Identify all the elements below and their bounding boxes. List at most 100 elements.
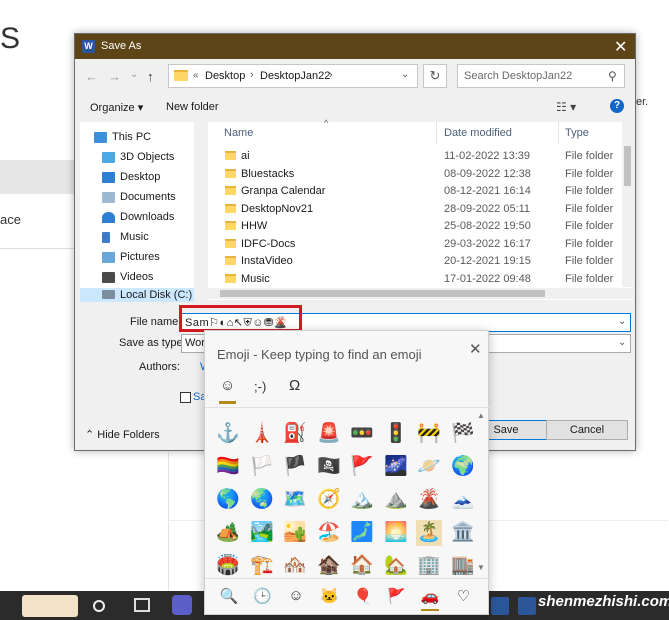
emoji-cell[interactable]: 🌌 <box>383 454 409 480</box>
nav-item-desktop[interactable]: Desktop <box>80 168 205 188</box>
emoji-cell[interactable]: 🪐 <box>416 454 442 480</box>
emoji-cell[interactable]: 🧭 <box>316 487 342 513</box>
symbols-tab-icon[interactable]: Ω <box>289 377 300 394</box>
emoji-cell[interactable]: 🏘️ <box>282 553 308 578</box>
emoji-cell[interactable]: ⚓ <box>215 421 241 447</box>
emoji-tab-icon[interactable]: ☺ <box>220 377 235 394</box>
nav-item-downloads[interactable]: Downloads <box>80 208 205 228</box>
emoji-cell[interactable]: 🏖️ <box>316 520 342 546</box>
nav-item-3d-objects[interactable]: 3D Objects <box>80 148 205 168</box>
search-box[interactable]: Search DesktopJan22 ⚲ <box>457 64 625 88</box>
emoji-cell[interactable]: 🏟️ <box>215 553 241 578</box>
emoji-cell[interactable]: 🚧 <box>416 421 442 447</box>
word-taskbar-icon[interactable] <box>491 597 509 615</box>
column-divider[interactable] <box>558 122 559 144</box>
emoji-cell[interactable]: 🏳️‍🌈 <box>215 454 241 480</box>
emoji-cell[interactable]: 🗼 <box>249 421 275 447</box>
thumbnail-checkbox[interactable] <box>180 392 191 403</box>
emoji-cell[interactable]: 🗻 <box>450 487 473 513</box>
category-smiley-icon[interactable]: ☺ <box>285 587 307 604</box>
forward-arrow-icon[interactable]: → <box>108 69 121 84</box>
hide-folders-button[interactable]: ⌃ Hide Folders <box>85 428 160 441</box>
chevron-down-icon[interactable]: ⌄ <box>401 69 409 80</box>
refresh-button[interactable]: ↻ <box>423 64 447 88</box>
emoji-cell[interactable]: 🏛️ <box>450 520 473 546</box>
scroll-up-icon[interactable]: ▲ <box>477 411 485 420</box>
file-row[interactable]: IDFC-Docs 29-03-2022 16:17 File folder <box>222 236 622 253</box>
emoji-cell[interactable]: 🚩 <box>349 454 375 480</box>
emoji-cell[interactable]: 🚨 <box>316 421 342 447</box>
chevron-down-icon[interactable]: ⌄ <box>618 337 626 348</box>
emoji-cell[interactable]: 🏚️ <box>316 553 342 578</box>
word-taskbar-icon-2[interactable] <box>518 597 536 615</box>
title-bar[interactable]: W Save As ✕ <box>75 34 635 59</box>
file-row[interactable]: ai 11-02-2022 13:39 File folder <box>222 148 622 165</box>
emoji-cell[interactable]: 🏗️ <box>249 553 275 578</box>
file-row[interactable]: Bluestacks 08-09-2022 12:38 File folder <box>222 166 622 183</box>
column-header-type[interactable]: Type <box>565 127 589 139</box>
file-list-hscrollbar[interactable] <box>208 288 633 299</box>
file-list-scrollbar[interactable] <box>622 122 633 287</box>
emoji-cell[interactable]: 🏠 <box>349 553 375 578</box>
emoji-cell[interactable]: 🏬 <box>450 553 473 578</box>
emoji-cell[interactable]: 🗺️ <box>282 487 308 513</box>
emoji-cell[interactable]: 🏢 <box>416 553 442 578</box>
column-header-name[interactable]: Name <box>224 127 253 139</box>
breadcrumb-desktop[interactable]: Desktop <box>205 70 245 82</box>
emoji-cell[interactable]: 🏔️ <box>349 487 375 513</box>
scrollbar-thumb[interactable] <box>624 146 631 186</box>
emoji-cell[interactable]: 🏁 <box>450 421 473 447</box>
emoji-cell[interactable]: ⛽ <box>282 421 308 447</box>
emoji-cell[interactable]: 🏕️ <box>215 520 241 546</box>
nav-item-videos[interactable]: Videos <box>80 268 205 288</box>
widgets-icon[interactable] <box>22 595 78 617</box>
category-search-icon[interactable]: 🔍 <box>218 587 240 605</box>
emoji-cell[interactable]: 🚦 <box>383 421 409 447</box>
address-bar[interactable]: « Desktop › DesktopJan22 › ⌄ <box>168 64 418 88</box>
emoji-cell[interactable]: 🏡 <box>383 553 409 578</box>
emoji-cell[interactable]: 🏜️ <box>282 520 308 546</box>
category-animal-icon[interactable]: 🐱 <box>319 587 341 605</box>
category-flag-icon[interactable]: 🚩 <box>386 587 408 605</box>
help-icon[interactable]: ? <box>610 99 624 113</box>
category-recent-icon[interactable]: 🕒 <box>252 587 274 605</box>
kaomoji-tab-icon[interactable]: ;-) <box>254 379 266 394</box>
nav-item-music[interactable]: Music <box>80 228 205 248</box>
emoji-cell[interactable]: 🚥 <box>349 421 375 447</box>
emoji-cell[interactable]: ⛰️ <box>383 487 409 513</box>
column-divider[interactable] <box>436 122 437 144</box>
close-icon[interactable]: ✕ <box>614 37 627 57</box>
task-view-icon[interactable] <box>134 598 150 612</box>
nav-item-this-pc[interactable]: This PC <box>80 128 205 148</box>
emoji-cell[interactable]: 🌎 <box>215 487 241 513</box>
emoji-cell[interactable]: 🌏 <box>249 487 275 513</box>
nav-item-documents[interactable]: Documents <box>80 188 205 208</box>
nav-pane-scrollbar[interactable] <box>194 122 205 302</box>
scroll-down-icon[interactable]: ▼ <box>477 563 485 572</box>
emoji-cell[interactable]: 🌍 <box>450 454 473 480</box>
overflow-chevron-icon[interactable]: « <box>193 70 199 81</box>
cancel-button[interactable]: Cancel <box>546 420 628 440</box>
search-input[interactable]: Search DesktopJan22 <box>464 70 572 82</box>
column-header-date[interactable]: Date modified <box>444 127 512 139</box>
emoji-cell[interactable]: 🏴 <box>282 454 308 480</box>
emoji-cell[interactable]: 🌅 <box>383 520 409 546</box>
file-row[interactable]: DesktopNov21 28-09-2022 05:11 File folde… <box>222 201 622 218</box>
view-options-icon[interactable]: ☷ ▾ <box>556 100 576 114</box>
close-icon[interactable]: ✕ <box>469 340 482 358</box>
file-row[interactable]: HHW 25-08-2022 19:50 File folder <box>222 218 622 235</box>
hscrollbar-thumb[interactable] <box>220 290 545 297</box>
back-arrow-icon[interactable]: ← <box>85 69 98 84</box>
emoji-cell[interactable]: 🗾 <box>349 520 375 546</box>
nav-item-local-disk[interactable]: Local Disk (C:) <box>80 288 194 302</box>
breadcrumb-desktopjan22[interactable]: DesktopJan22 <box>260 70 330 82</box>
emoji-scrollbar[interactable]: ▲ ▼ <box>475 411 487 573</box>
emoji-cell[interactable]: 🏳️ <box>249 454 275 480</box>
file-row[interactable]: Granpa Calendar 08-12-2021 16:14 File fo… <box>222 183 622 200</box>
chevron-down-icon[interactable]: ⌄ <box>618 316 626 327</box>
recent-locations-icon[interactable]: ⌄ <box>130 69 138 80</box>
category-car-icon[interactable]: 🚗 <box>419 587 441 605</box>
organize-button[interactable]: Organize ▾ <box>90 101 143 114</box>
search-circle-icon[interactable] <box>93 600 105 612</box>
teams-icon[interactable] <box>172 595 192 615</box>
